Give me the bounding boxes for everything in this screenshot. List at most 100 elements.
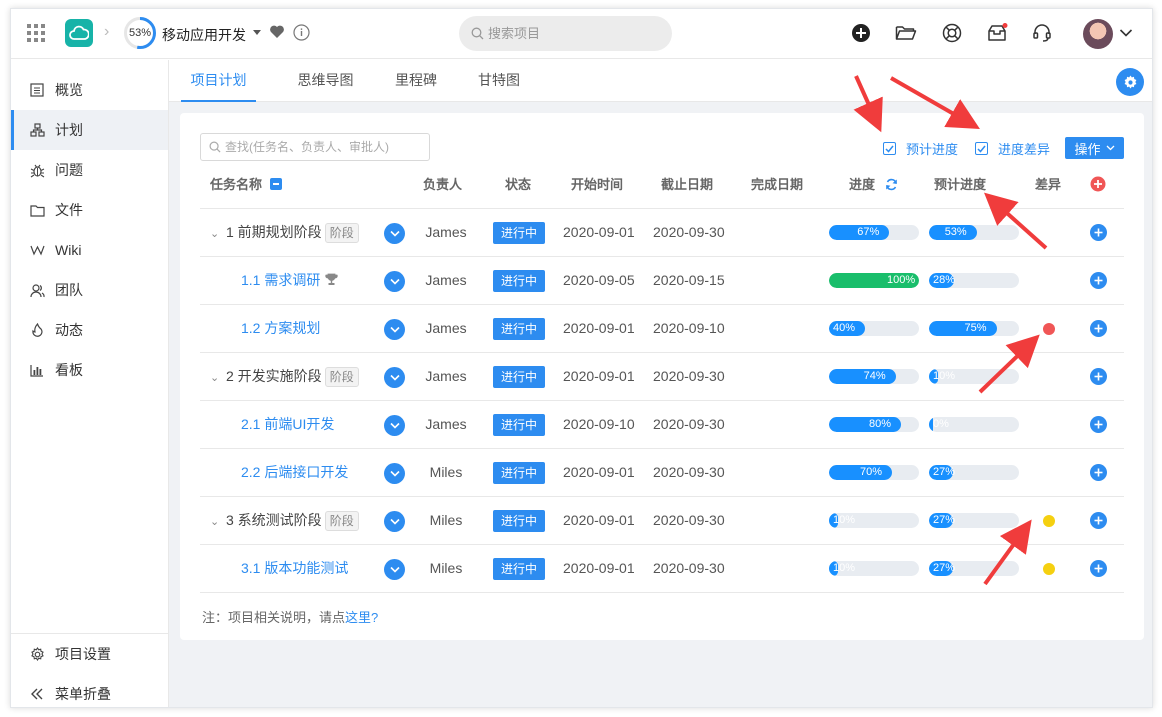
task-name-cell[interactable]: ⌄ 2 开发实施阶段 阶段 [210,353,359,401]
tab-gantt[interactable]: 甘特图 [469,60,529,102]
expand-chevron-icon[interactable]: ⌄ [210,211,222,258]
task-name-cell[interactable]: 3.1 版本功能测试 [241,545,348,593]
view-settings-button[interactable] [1116,68,1144,96]
start-date-cell: 2020-09-10 [563,416,635,432]
table-row[interactable]: ⌄ 2 开发实施阶段 阶段 James 进行中 2020-09-01 2020-09-30 7… [200,353,1124,401]
row-menu-button[interactable] [384,271,405,292]
add-subtask-button[interactable] [1090,560,1107,577]
operations-dropdown-button[interactable]: 操作 [1065,137,1124,159]
headset-support-icon[interactable] [1031,22,1053,44]
add-subtask-button[interactable] [1090,416,1107,433]
row-menu-button[interactable] [384,463,405,484]
table-row[interactable]: 2.1 前端UI开发 James 进行中 2020-09-10 2020-09-30 80… [200,401,1124,449]
add-subtask-button[interactable] [1090,320,1107,337]
expand-chevron-icon[interactable]: ⌄ [210,499,222,546]
task-name-cell[interactable]: 2.1 前端UI开发 [241,401,334,449]
add-subtask-button[interactable] [1090,272,1107,289]
inbox-notification-icon[interactable] [986,22,1008,44]
table-header: 任务名称 负责人 状态 开始时间 截止日期 完成日期 进度 预计进度 差异 [200,171,1124,209]
col-status: 状态 [505,177,532,192]
footnote-link[interactable]: 这里? [345,610,378,625]
table-row[interactable]: ⌄ 1 前期规划阶段 阶段 James 进行中 2020-09-01 2020-09-30 6… [200,209,1124,257]
task-name-cell[interactable]: 1.1 需求调研 [241,257,339,305]
add-subtask-button[interactable] [1090,368,1107,385]
project-name[interactable]: 移动应用开发 [162,25,246,45]
apps-grid-icon[interactable] [27,24,45,42]
sidebar-item-label: 文件 [55,202,83,218]
refresh-icon[interactable] [885,178,898,191]
sidebar-item-issues[interactable]: 问题 [11,150,168,190]
row-menu-button[interactable] [384,559,405,580]
cloud-logo-icon[interactable] [65,19,93,47]
sidebar-item-label: 计划 [55,122,83,138]
table-row[interactable]: 2.2 后端接口开发 Miles 进行中 2020-09-01 2020-09-30 70… [200,449,1124,497]
project-dropdown-caret-icon[interactable] [253,30,261,35]
task-name-cell[interactable]: ⌄ 1 前期规划阶段 阶段 [210,209,359,257]
tab-project-plan[interactable]: 项目计划 [181,60,256,102]
table-row[interactable]: 1.2 方案规划 James 进行中 2020-09-01 2020-09-10 40% 7… [200,305,1124,353]
folder-open-icon[interactable] [895,22,917,44]
sidebar-item-overview[interactable]: 概览 [11,70,168,110]
heart-icon[interactable] [269,24,285,42]
task-name: 3.1 版本功能测试 [241,560,349,576]
add-subtask-button[interactable] [1090,224,1107,241]
project-search-input[interactable] [488,26,658,41]
add-column-icon[interactable] [1090,171,1106,209]
sidebar: 概览 计划 问题 文件 Wiki 团队 动态 看板 项目设置 菜单折叠 [11,60,169,707]
user-avatar[interactable] [1083,19,1113,49]
progress-diff-checkbox[interactable]: 进度差异 [975,139,1050,158]
task-name-cell[interactable]: 2.2 后端接口开发 [241,449,348,497]
table-row[interactable]: 1.1 需求调研 James 进行中 2020-09-05 2020-09-15 100%… [200,257,1124,305]
sidebar-item-activity[interactable]: 动态 [11,310,168,350]
expected-progress-bar-label: 10% [933,370,956,382]
status-badge: 进行中 [493,462,545,484]
row-menu-button[interactable] [384,319,405,340]
gear-icon [1124,74,1136,89]
project-settings-button[interactable]: 项目设置 [11,634,168,674]
table-row[interactable]: ⌄ 3 系统测试阶段 阶段 Miles 进行中 2020-09-01 2020-09-30 1… [200,497,1124,545]
add-circle-icon[interactable] [850,22,872,44]
plus-icon [1094,324,1103,333]
row-menu-button[interactable] [384,367,405,388]
due-date-cell: 2020-09-10 [653,320,725,336]
row-menu-button[interactable] [384,223,405,244]
task-name: 2.1 前端UI开发 [241,416,335,432]
sidebar-item-files[interactable]: 文件 [11,190,168,230]
expected-progress-bar: 10% [929,369,1019,384]
sidebar-item-plan[interactable]: 计划 [11,110,168,150]
add-subtask-button[interactable] [1090,464,1107,481]
row-menu-button[interactable] [384,511,405,532]
checkbox-checked-icon [883,142,896,155]
task-name-cell[interactable]: 1.2 方案规划 [241,305,320,353]
table-row[interactable]: 3.1 版本功能测试 Miles 进行中 2020-09-01 2020-09-30 10… [200,545,1124,593]
expected-progress-bar: 75% [929,321,1019,336]
trophy-icon [325,273,339,285]
bug-icon [29,162,45,178]
add-subtask-button[interactable] [1090,512,1107,529]
task-name-cell[interactable]: ⌄ 3 系统测试阶段 阶段 [210,497,359,545]
collapse-menu-button[interactable]: 菜单折叠 [11,674,168,707]
expected-progress-checkbox[interactable]: 预计进度 [883,139,958,158]
avatar-chevron-down-icon[interactable] [1119,26,1133,41]
collapse-all-icon[interactable] [269,178,282,190]
expected-progress-bar-label: 27% [933,514,956,526]
search-icon [471,27,484,40]
task-find-input[interactable] [225,140,425,154]
progress-bar-label: 40% [833,322,856,334]
progress-bar: 74% [829,369,919,384]
info-icon[interactable] [293,24,310,44]
phase-tag: 阶段 [324,367,359,388]
start-date-cell: 2020-09-01 [563,464,635,480]
sidebar-item-wiki[interactable]: Wiki [11,230,168,270]
col-expected-progress: 预计进度 [934,177,987,192]
sidebar-item-team[interactable]: 团队 [11,270,168,310]
tab-milestones[interactable]: 里程碑 [386,60,446,102]
help-buoy-icon[interactable] [941,22,963,44]
tab-mind-map[interactable]: 思维导图 [288,60,363,102]
sidebar-item-board[interactable]: 看板 [11,350,168,390]
row-menu-button[interactable] [384,415,405,436]
col-due-date: 截止日期 [661,177,714,192]
progress-bar-label: 100% [887,274,916,286]
plan-table-card: 预计进度 进度差异 操作 任务名称 负责人 状态 开始时间 截止日期 完成日期 [180,113,1144,640]
expand-chevron-icon[interactable]: ⌄ [210,355,222,402]
